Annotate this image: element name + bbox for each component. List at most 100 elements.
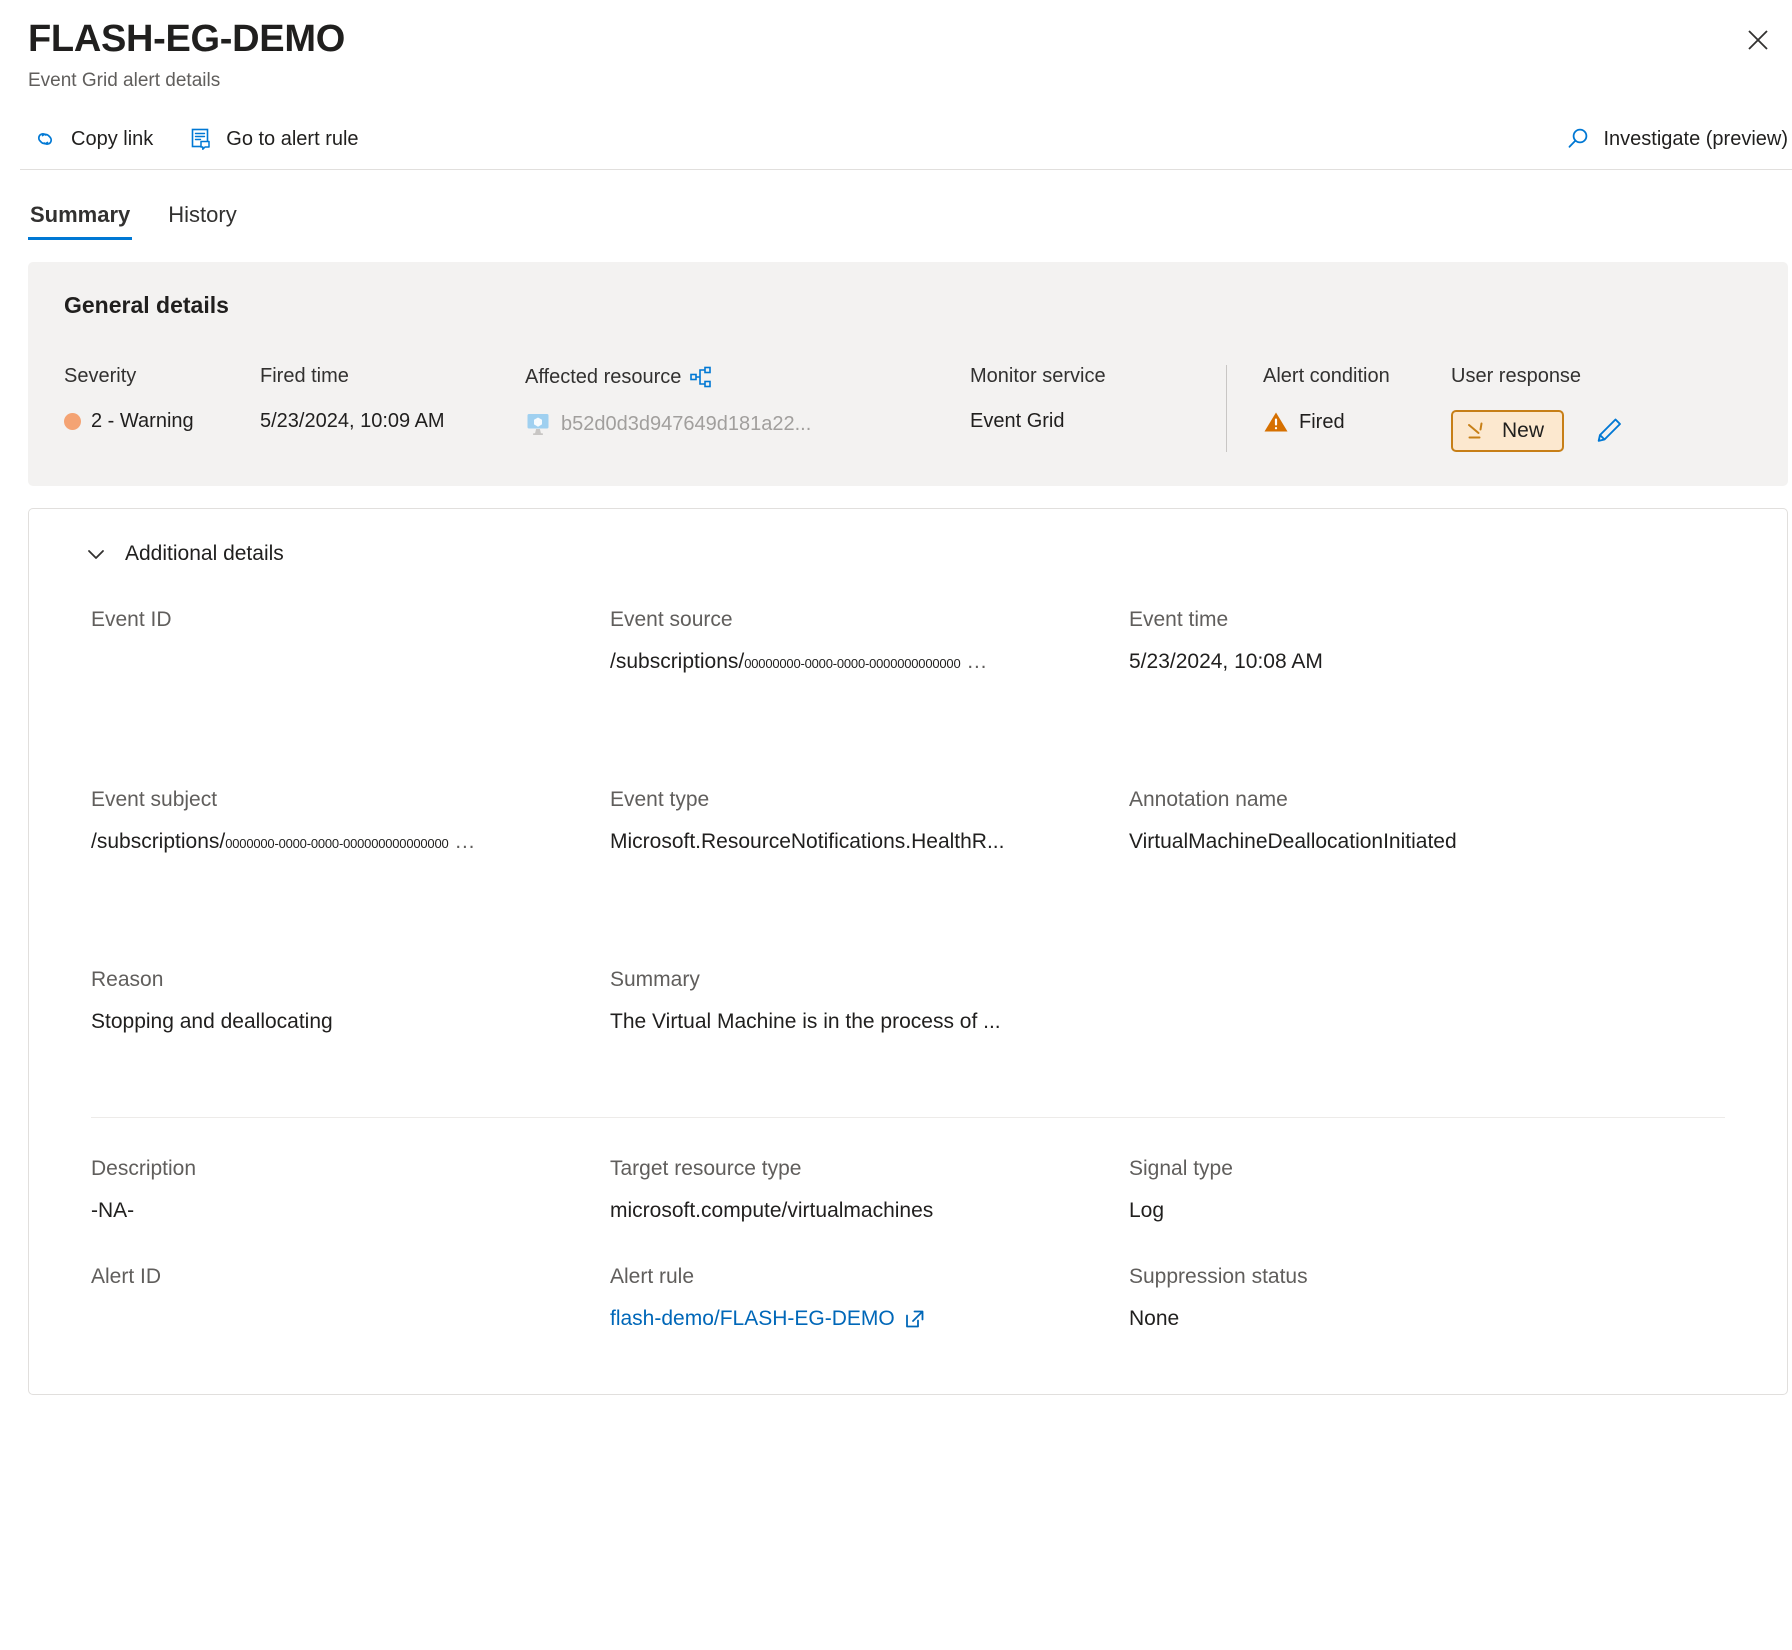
event-subject-value: /subscriptions/0000000-0000-0000-0000000… xyxy=(91,829,590,855)
suppression-status-field: Suppression status None xyxy=(1129,1264,1725,1331)
severity-label: Severity xyxy=(64,365,260,388)
alert-id-label: Alert ID xyxy=(91,1264,590,1289)
affected-resource-label-text: Affected resource xyxy=(525,366,681,389)
description-label: Description xyxy=(91,1156,590,1181)
command-bar-left: Copy link Go to alert rule xyxy=(28,119,363,159)
status-badge-label: New xyxy=(1502,419,1544,443)
alert-condition-label: Alert condition xyxy=(1263,365,1451,388)
description-field: Description -NA- xyxy=(91,1156,610,1223)
share-resource-icon[interactable] xyxy=(689,365,713,389)
event-source-guid: 00000000-0000-0000-0000000000000 xyxy=(744,656,960,671)
investigate-button[interactable]: Investigate (preview) xyxy=(1560,119,1792,159)
event-time-label: Event time xyxy=(1129,607,1705,632)
severity-field: Severity 2 - Warning xyxy=(64,365,260,433)
alert-rule-field: Alert rule flash-demo/FLASH-EG-DEMO xyxy=(610,1264,1129,1331)
monitor-service-label: Monitor service xyxy=(970,365,1226,388)
alert-rule-link[interactable]: flash-demo/FLASH-EG-DEMO xyxy=(610,1306,927,1332)
go-to-alert-rule-label: Go to alert rule xyxy=(226,128,358,151)
fired-time-value: 5/23/2024, 10:09 AM xyxy=(260,410,525,433)
event-subject-ellipsis[interactable]: … xyxy=(454,830,475,853)
tab-summary[interactable]: Summary xyxy=(28,202,132,240)
general-details-grid: Severity 2 - Warning Fired time 5/23/202… xyxy=(64,365,1752,452)
additional-details-grid: Event ID Event source /subscriptions/000… xyxy=(59,607,1757,1354)
link-icon xyxy=(32,125,60,153)
event-type-field: Event type Microsoft.ResourceNotificatio… xyxy=(610,787,1129,854)
suppression-status-value: None xyxy=(1129,1306,1705,1332)
details-row-3: Reason Stopping and deallocating Summary… xyxy=(91,967,1725,1117)
details-row-2: Event subject /subscriptions/0000000-000… xyxy=(91,787,1725,967)
description-value: -NA- xyxy=(91,1198,590,1224)
page-subtitle: Event Grid alert details xyxy=(28,70,1764,93)
alert-rule-label: Alert rule xyxy=(610,1264,1109,1289)
signal-type-label: Signal type xyxy=(1129,1156,1705,1181)
annotation-name-value: VirtualMachineDeallocationInitiated xyxy=(1129,829,1705,855)
alert-rule-value-row: flash-demo/FLASH-EG-DEMO xyxy=(610,1306,1109,1332)
main-content: General details Severity 2 - Warning Fir… xyxy=(0,262,1792,1395)
event-source-field: Event source /subscriptions/00000000-000… xyxy=(610,607,1129,674)
event-type-value: Microsoft.ResourceNotifications.HealthR.… xyxy=(610,829,1109,855)
reason-label: Reason xyxy=(91,967,590,992)
general-details-card: General details Severity 2 - Warning Fir… xyxy=(28,262,1788,486)
affected-resource-field: Affected resource xyxy=(525,365,970,437)
command-bar: Copy link Go to alert rule Investigate ( xyxy=(0,108,1792,170)
user-response-label: User response xyxy=(1451,365,1752,388)
target-resource-type-label: Target resource type xyxy=(610,1156,1109,1181)
event-source-prefix: /subscriptions/ xyxy=(610,650,744,673)
target-resource-type-value: microsoft.compute/virtualmachines xyxy=(610,1198,1109,1224)
summary-value: The Virtual Machine is in the process of… xyxy=(610,1009,1109,1035)
additional-details-card: Additional details Event ID Event source… xyxy=(28,508,1788,1395)
severity-dot-icon xyxy=(64,413,81,430)
new-status-icon xyxy=(1466,420,1490,442)
alert-condition-value-row: Fired xyxy=(1263,410,1451,434)
alert-condition-field: Alert condition Fired xyxy=(1227,365,1451,434)
reason-field: Reason Stopping and deallocating xyxy=(91,967,610,1034)
copy-link-button[interactable]: Copy link xyxy=(28,119,157,159)
event-time-field: Event time 5/23/2024, 10:08 AM xyxy=(1129,607,1725,674)
page-title: FLASH-EG-DEMO xyxy=(28,18,1764,62)
additional-details-accordion[interactable]: Additional details xyxy=(59,535,1757,573)
close-icon[interactable] xyxy=(1738,20,1778,60)
affected-resource-value-row[interactable]: b52d0d3d947649d181a22... xyxy=(525,411,970,437)
tab-history[interactable]: History xyxy=(166,202,238,240)
monitor-service-value: Event Grid xyxy=(970,410,1226,433)
edit-pencil-icon[interactable] xyxy=(1592,414,1626,448)
event-subject-prefix: /subscriptions/ xyxy=(91,830,225,853)
suppression-status-label: Suppression status xyxy=(1129,1264,1705,1289)
severity-value-row: 2 - Warning xyxy=(64,410,260,433)
event-subject-label: Event subject xyxy=(91,787,590,812)
monitor-service-field: Monitor service Event Grid xyxy=(970,365,1226,433)
target-resource-type-field: Target resource type microsoft.compute/v… xyxy=(610,1156,1129,1223)
event-id-field: Event ID xyxy=(91,607,610,648)
event-source-value: /subscriptions/00000000-0000-0000-000000… xyxy=(610,649,1109,675)
reason-value: Stopping and deallocating xyxy=(91,1009,590,1035)
annotation-name-label: Annotation name xyxy=(1129,787,1705,812)
signal-type-field: Signal type Log xyxy=(1129,1156,1725,1223)
user-response-value-row: New xyxy=(1451,410,1752,452)
status-badge[interactable]: New xyxy=(1451,410,1564,452)
details-row-4: Description -NA- Target resource type mi… xyxy=(91,1118,1725,1236)
general-details-title: General details xyxy=(64,292,1752,319)
go-to-alert-rule-button[interactable]: Go to alert rule xyxy=(183,119,362,159)
fired-time-label: Fired time xyxy=(260,365,525,388)
severity-value: 2 - Warning xyxy=(91,410,194,433)
alert-condition-value: Fired xyxy=(1299,411,1345,434)
warning-triangle-icon xyxy=(1263,410,1289,434)
fired-time-field: Fired time 5/23/2024, 10:09 AM xyxy=(260,365,525,433)
affected-resource-value: b52d0d3d947649d181a22... xyxy=(561,413,811,436)
event-source-label: Event source xyxy=(610,607,1109,632)
summary-field: Summary The Virtual Machine is in the pr… xyxy=(610,967,1129,1034)
alert-rule-icon xyxy=(187,125,215,153)
event-source-ellipsis[interactable]: … xyxy=(966,650,987,673)
additional-details-title: Additional details xyxy=(125,542,284,566)
user-response-field: User response New xyxy=(1451,365,1752,452)
alert-rule-link-label: flash-demo/FLASH-EG-DEMO xyxy=(610,1306,895,1332)
affected-resource-label: Affected resource xyxy=(525,365,970,389)
details-row-1: Event ID Event source /subscriptions/000… xyxy=(91,607,1725,787)
copy-link-label: Copy link xyxy=(71,128,153,151)
row3-blank-field xyxy=(1129,967,1725,983)
search-icon xyxy=(1564,125,1592,153)
investigate-label: Investigate (preview) xyxy=(1603,128,1788,151)
summary-label: Summary xyxy=(610,967,1109,992)
vm-resource-icon xyxy=(525,411,551,437)
command-bar-right: Investigate (preview) xyxy=(1560,119,1792,159)
